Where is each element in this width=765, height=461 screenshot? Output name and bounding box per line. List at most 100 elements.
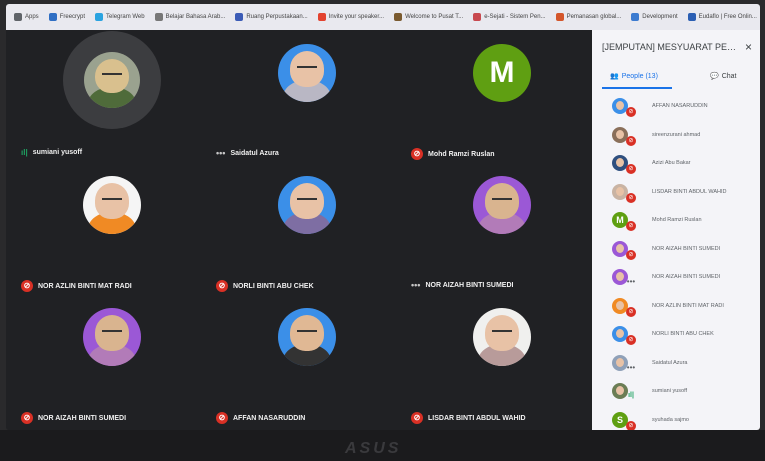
participant-list-item[interactable]: ⊘ NOR AZLIN BINTI MAT RADI (592, 292, 760, 321)
bookmark-icon (14, 13, 22, 21)
participant-name-text: AFFAN NASARUDDIN (233, 414, 306, 422)
speaking-icon: ıl| (21, 148, 28, 157)
avatar (278, 176, 336, 234)
participant-name-text: Saidatul Azura (230, 149, 279, 157)
bookmark-item[interactable]: Welcome to Pusat T... (394, 13, 463, 21)
participant-tile[interactable]: ••• NOR AIZAH BINTI SUMEDI (411, 166, 601, 296)
tab-chat[interactable]: 💬 Chat (710, 72, 737, 81)
bookmark-item[interactable]: Freecrypt (48, 13, 85, 21)
avatar-face (616, 158, 624, 167)
participant-list-item[interactable]: ⊘ AFFAN NASARUDDIN (592, 92, 760, 121)
bookmark-item[interactable]: Ruang Perpustakaan... (235, 13, 308, 21)
participant-list-name: NOR AIZAH BINTI SUMEDI (652, 274, 721, 280)
participant-tile[interactable]: ••• Saidatul Azura (216, 34, 406, 164)
participant-list-item[interactable]: ••• NOR AIZAH BINTI SUMEDI (592, 263, 760, 292)
bookmarks-bar: Apps Freecrypt Telegram Web Belajar Bahasa … (6, 4, 760, 30)
participant-list-item[interactable]: ⊘ NORLI BINTI ABU CHEK (592, 320, 760, 349)
bookmark-item[interactable]: Development (631, 13, 678, 21)
avatar-face (616, 329, 624, 338)
bookmark-item[interactable]: Pemanasan global... (555, 13, 622, 21)
participant-tile[interactable]: ıl| sumiani yusoff (21, 31, 211, 164)
participant-tile[interactable]: ⊘ NOR AZLIN BINTI MAT RADI (21, 166, 211, 296)
bookmark-icon (687, 13, 696, 21)
participant-list-item[interactable]: ⊘ sireenzurani ahmad (592, 121, 760, 150)
bookmark-label: Welcome to Pusat T... (405, 14, 464, 20)
avatar: M (473, 44, 531, 102)
tab-active-indicator (602, 87, 672, 89)
close-icon[interactable]: × (745, 40, 752, 54)
bookmark-item[interactable]: Belajar Bahasa Arab... (154, 13, 225, 21)
mic-off-icon: ⊘ (626, 107, 636, 117)
avatar-face (616, 272, 624, 281)
avatar-glasses (297, 330, 317, 333)
mic-off-icon: ⊘ (626, 306, 636, 317)
bookmark-item[interactable]: Invite your speaker... (317, 13, 385, 21)
participant-list-item[interactable]: ⊘ Azizi Abu Bakar (592, 149, 760, 178)
bookmark-label: Eudaflo | Free Onlin... (698, 14, 757, 20)
participant-tile[interactable]: ⊘ NOR AIZAH BINTI SUMEDI (21, 298, 211, 428)
participant-tile[interactable]: M ⊘ Mohd Ramzi Ruslan (411, 34, 601, 164)
participant-list-item[interactable]: ••• Saidatul Azura (592, 349, 760, 378)
bookmark-label: Development (642, 14, 678, 20)
avatar-face (616, 357, 624, 367)
participant-tile[interactable]: ⊘ AFFAN NASARUDDIN (216, 298, 406, 428)
participant-list-name: Saidatul Azura (652, 359, 688, 366)
bookmark-item[interactable]: Eudaflo | Free Onlin... (687, 13, 757, 21)
participant-name: ⊘ LISDAR BINTI ABDUL WAHID (411, 412, 526, 424)
avatar-glasses (102, 73, 122, 76)
mic-off-icon: ⊘ (626, 221, 636, 231)
mic-off-icon: ⊘ (626, 335, 636, 345)
bookmark-icon (631, 13, 640, 21)
people-panel: [JEMPUTAN] MESYUARAT PENYE... × 👥 People… (592, 30, 760, 430)
participant-list-name: Mohd Ramzi Ruslan (652, 217, 702, 223)
bookmark-label: Ruang Perpustakaan... (246, 14, 308, 20)
avatar (83, 176, 141, 234)
participant-tile[interactable]: ⊘ LISDAR BINTI ABDUL WAHID (411, 298, 601, 428)
laptop-screen: Apps Freecrypt Telegram Web Belajar Bahasa … (6, 4, 760, 430)
participant-name: ••• NOR AIZAH BINTI SUMEDI (411, 280, 513, 290)
avatar-face (616, 300, 624, 310)
participant-tile[interactable]: ⊘ NORLI BINTI ABU CHEK (216, 166, 406, 296)
avatar-glasses (102, 330, 122, 333)
participant-name: ⊘ Mohd Ramzi Ruslan (411, 148, 495, 160)
tab-people-label: People (13) (621, 72, 658, 80)
bookmark-label: Invite your speaker... (328, 14, 385, 20)
bookmark-label: Pemanasan global... (566, 14, 622, 20)
mic-off-icon: ⊘ (411, 412, 423, 424)
participant-list-name: sumiani yusoff (652, 388, 688, 394)
participant-name: ••• Saidatul Azura (216, 148, 279, 158)
more-dots-icon: ••• (626, 362, 636, 372)
chat-icon: 💬 (710, 73, 719, 80)
participant-list-name: NOR AZLIN BINTI MAT RADI (652, 302, 724, 309)
participant-name: ⊘ AFFAN NASARUDDIN (216, 412, 305, 424)
bookmark-item[interactable]: e-Sejati - Sistem Pen... (473, 13, 546, 21)
bookmark-item[interactable]: Apps (14, 13, 39, 21)
bookmark-item[interactable]: Telegram Web (95, 13, 145, 21)
participant-name: ⊘ NORLI BINTI ABU CHEK (216, 280, 314, 292)
tab-people[interactable]: 👥 People (13) (610, 72, 658, 81)
avatar-face (616, 386, 624, 395)
participant-list-name: NOR AIZAH BINTI SUMEDI (652, 245, 721, 252)
avatar-glasses (297, 198, 317, 201)
avatar-glasses (102, 198, 122, 201)
more-dots-icon: ••• (411, 280, 421, 290)
participant-list-name: sireenzurani ahmad (652, 131, 701, 138)
participant-list-name: NORLI BINTI ABU CHEK (652, 331, 714, 337)
meeting-title: [JEMPUTAN] MESYUARAT PENYE... (602, 42, 737, 52)
participant-list-item[interactable]: ⊘ LISDAR BINTI ABDUL WAHID (592, 178, 760, 207)
participant-list-item[interactable]: ıl| sumiani yusoff (592, 377, 760, 406)
avatar-face (616, 186, 624, 196)
mic-off-icon: ⊘ (626, 420, 636, 430)
participant-list-item[interactable]: ⊘ NOR AIZAH BINTI SUMEDI (592, 235, 760, 264)
participant-name-text: NOR AIZAH BINTI SUMEDI (38, 414, 127, 422)
bookmark-icon (473, 13, 482, 21)
participant-list-item[interactable]: M ⊘ Mohd Ramzi Ruslan (592, 206, 760, 235)
participant-name-text: NORLI BINTI ABU CHEK (233, 282, 314, 290)
bookmark-icon (48, 13, 57, 21)
people-icon: 👥 (610, 73, 619, 80)
participant-list-item[interactable]: S ⊘ syuhada sajmo (592, 406, 760, 430)
avatar-glasses (297, 66, 317, 69)
participant-name-text: NOR AZLIN BINTI MAT RADI (38, 282, 132, 290)
mic-off-icon: ⊘ (411, 148, 423, 160)
bookmark-icon (317, 13, 326, 21)
